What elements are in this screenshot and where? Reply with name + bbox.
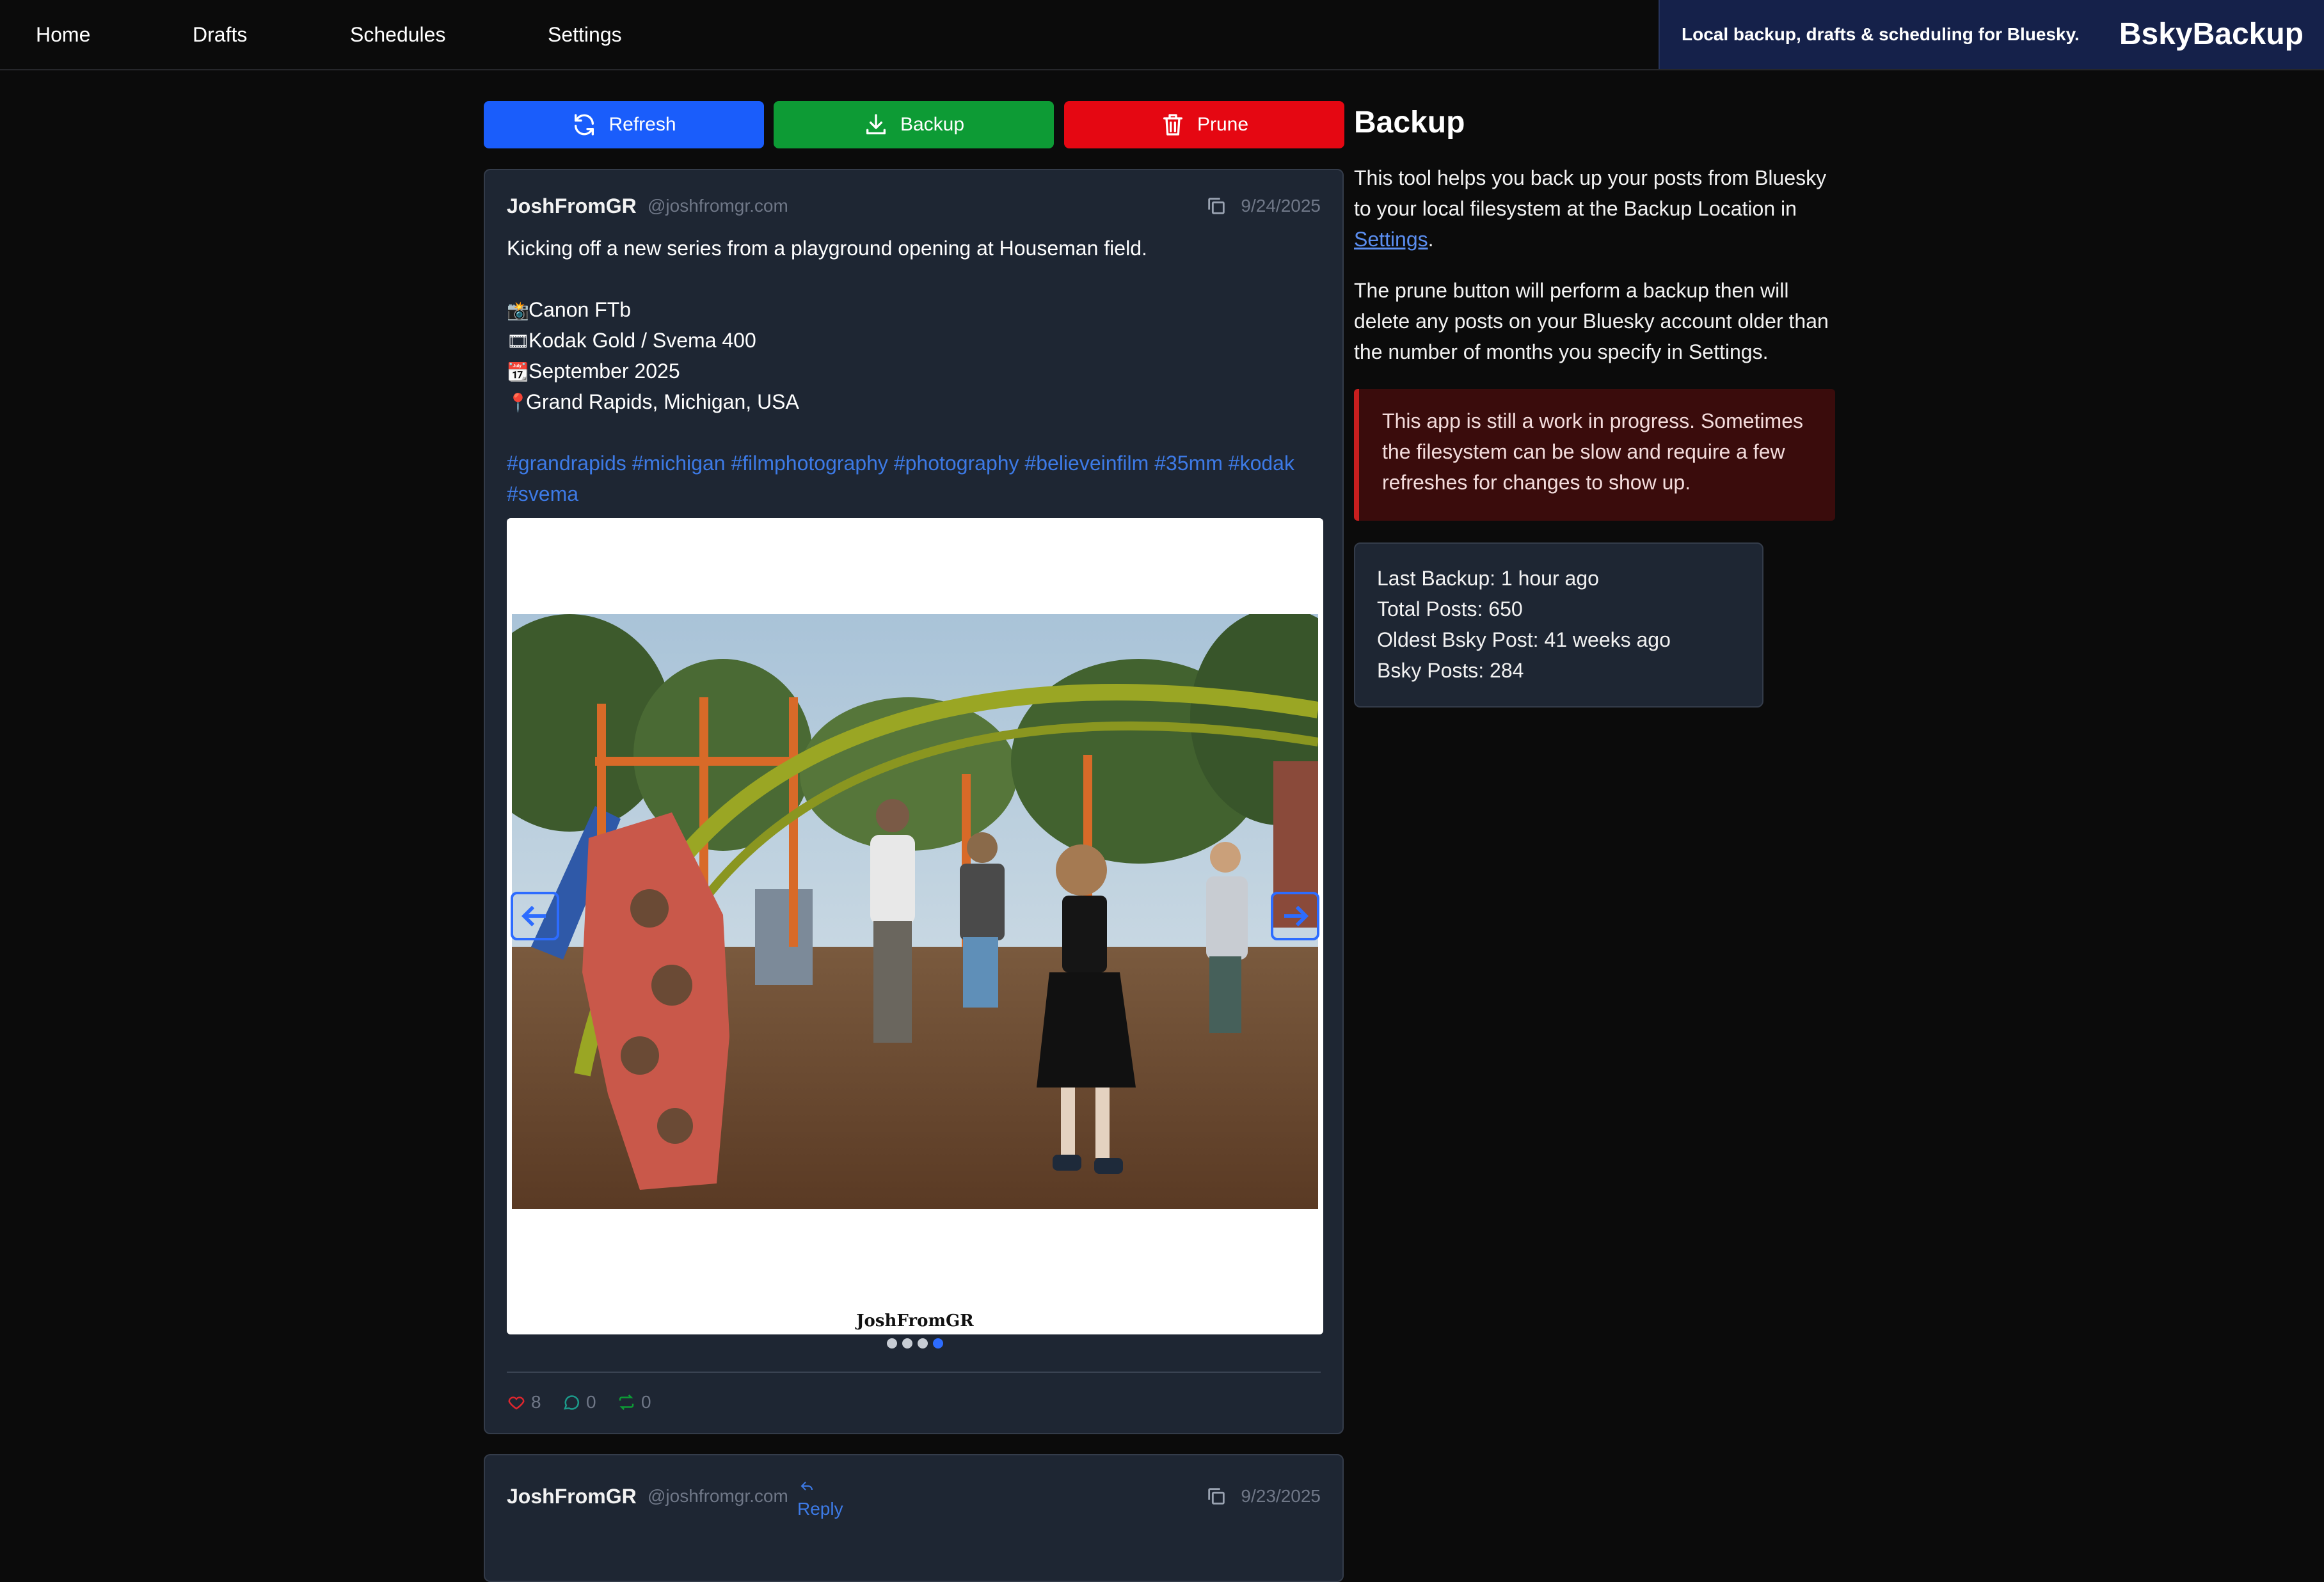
prune-label: Prune [1197, 114, 1249, 135]
trash-icon [1163, 114, 1182, 136]
backup-stats-panel: Last Backup: 1 hour ago Total Posts: 650… [1354, 542, 1763, 708]
wip-warning-alert: This app is still a work in progress. So… [1354, 389, 1835, 521]
image-watermark: JoshFromGR [856, 1311, 974, 1331]
post-handle[interactable]: @joshfromgr.com [648, 1482, 788, 1510]
post-author[interactable]: JoshFromGR [507, 192, 637, 220]
film-icon: 🎞 [507, 331, 530, 351]
backup-label: Backup [900, 114, 965, 135]
nav-drafts[interactable]: Drafts [193, 0, 247, 69]
post-author[interactable]: JoshFromGR [507, 1482, 637, 1510]
comment-icon [564, 1395, 580, 1410]
prune-button[interactable]: Prune [1064, 101, 1344, 148]
oldest-post-stat: Oldest Bsky Post: 41 weeks ago [1377, 628, 1671, 651]
calendar-icon: 📆 [507, 362, 529, 382]
carousel-next-button[interactable] [1271, 892, 1319, 940]
copy-icon[interactable] [1206, 195, 1227, 217]
sidebar-intro: This tool helps you back up your posts f… [1354, 166, 1827, 251]
sidebar-title: Backup [1354, 106, 1465, 139]
warning-text: This app is still a work in progress. So… [1382, 409, 1803, 494]
camera-icon: 📸 [507, 301, 529, 320]
reply-stat[interactable]: 0 [562, 1389, 596, 1415]
carousel-prev-button[interactable] [511, 892, 559, 940]
reply-count: 0 [586, 1392, 596, 1412]
refresh-icon [575, 114, 594, 136]
nav-schedules[interactable]: Schedules [350, 0, 445, 69]
nav-settings[interactable]: Settings [548, 0, 622, 69]
arrow-left-icon [521, 905, 546, 927]
post-date: 9/23/2025 [1241, 1486, 1321, 1506]
post-text: Kicking off a new series from a playgrou… [507, 237, 1147, 260]
carousel-dot-active[interactable] [933, 1338, 943, 1349]
tagline: Local backup, drafts & scheduling for Bl… [1682, 24, 2080, 44]
total-posts-stat: Total Posts: 650 [1377, 597, 1523, 621]
post-card: JoshFromGR @joshfromgr.com 9/23/2025 Rep… [484, 1454, 1344, 1582]
post-detail-location: 📍Grand Rapids, Michigan, USA [507, 386, 799, 418]
post-detail-date: 📆September 2025 [507, 356, 680, 388]
last-backup-stat: Last Backup: 1 hour ago [1377, 567, 1599, 590]
like-count: 8 [531, 1392, 541, 1412]
repost-icon [619, 1394, 634, 1411]
post-detail-camera: 📸Canon FTb [507, 294, 631, 326]
carousel-dot[interactable] [918, 1338, 928, 1349]
settings-link[interactable]: Settings [1354, 228, 1428, 251]
top-nav: Home Drafts Schedules Settings Local bac… [0, 0, 2324, 70]
sidebar-prune-info: The prune button will perform a backup t… [1354, 279, 1829, 363]
copy-icon[interactable] [1206, 1485, 1227, 1507]
arrow-right-icon [1284, 905, 1309, 927]
post-divider [507, 1372, 1321, 1373]
reply-link[interactable]: Reply [797, 1478, 843, 1519]
reply-label: Reply [797, 1499, 843, 1519]
image-carousel[interactable]: JoshFromGR [507, 518, 1323, 1334]
nav-home[interactable]: Home [36, 0, 90, 69]
bsky-posts-stat: Bsky Posts: 284 [1377, 659, 1524, 682]
repost-stat[interactable]: 0 [617, 1389, 651, 1415]
backup-button[interactable]: Backup [774, 101, 1054, 148]
download-icon [866, 114, 886, 134]
carousel-dot[interactable] [902, 1338, 912, 1349]
post-header: JoshFromGR @joshfromgr.com 9/23/2025 [507, 1482, 1321, 1510]
carousel-dot[interactable] [887, 1338, 897, 1349]
post-detail-film: 🎞Kodak Gold / Svema 400 [507, 325, 756, 357]
reply-arrow-icon [800, 1482, 813, 1491]
post-handle[interactable]: @joshfromgr.com [648, 192, 788, 220]
post-header: JoshFromGR @joshfromgr.com 9/24/2025 [507, 192, 1321, 220]
post-hashtags-cont[interactable]: #svema [507, 479, 578, 509]
pin-icon: 📍 [507, 393, 529, 413]
brand-title[interactable]: BskyBackup [2119, 0, 2304, 69]
post-date: 9/24/2025 [1241, 196, 1321, 216]
brand-banner: Local backup, drafts & scheduling for Bl… [1659, 0, 2324, 69]
refresh-button[interactable]: Refresh [484, 101, 764, 148]
post-hashtags[interactable]: #grandrapids #michigan #filmphotography … [507, 448, 1294, 479]
refresh-label: Refresh [609, 114, 676, 135]
heart-icon [508, 1396, 525, 1410]
like-stat[interactable]: 8 [507, 1389, 541, 1415]
repost-count: 0 [641, 1392, 651, 1412]
playground-photo [512, 614, 1318, 1209]
post-card: JoshFromGR @joshfromgr.com 9/24/2025 Kic… [484, 169, 1344, 1434]
